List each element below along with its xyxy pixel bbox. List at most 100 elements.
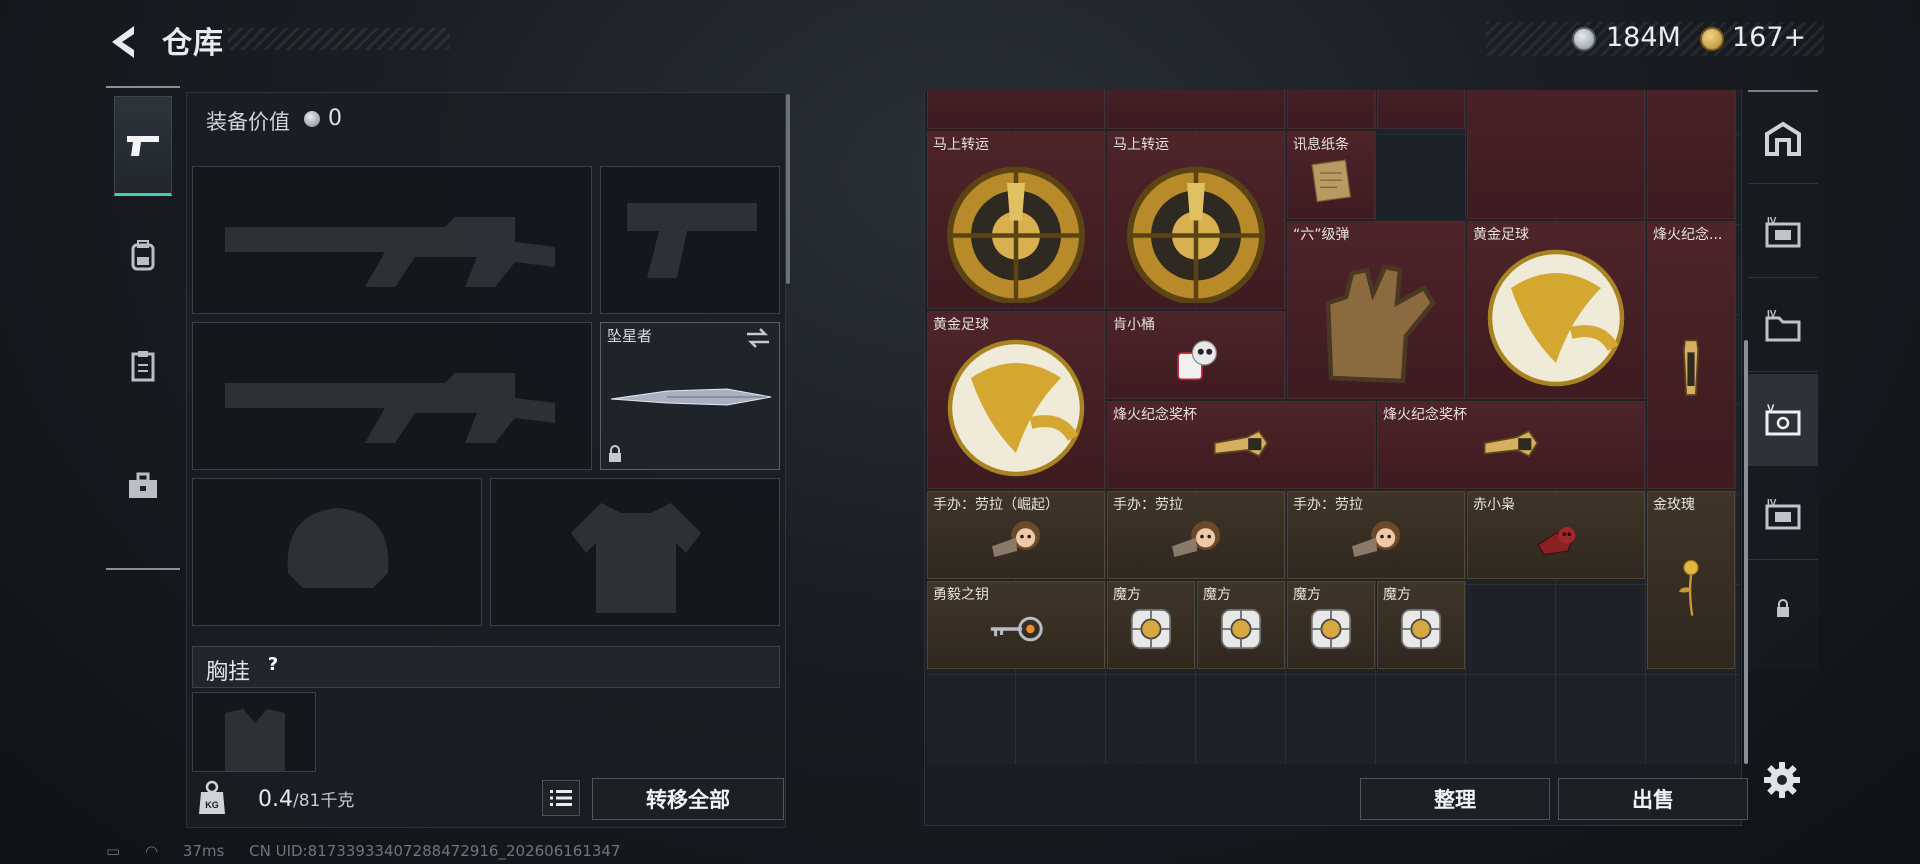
silver-currency-amount[interactable]: 184M xyxy=(1606,22,1681,53)
transfer-all-button[interactable]: 转移全部 xyxy=(592,778,784,820)
back-arrow-icon xyxy=(112,26,134,58)
clipboard-icon xyxy=(131,351,155,382)
inventory-item[interactable]: 烽火纪念奖杯 xyxy=(1107,400,1375,489)
bucket-figure-icon xyxy=(1177,340,1217,381)
inventory-item[interactable]: 烽火纪念奖杯 xyxy=(1377,400,1645,489)
backpack-icon xyxy=(131,240,155,271)
inventory-item[interactable]: 肯小桶 xyxy=(1107,310,1285,399)
tab-toolbox[interactable] xyxy=(114,436,172,536)
inventory-item[interactable]: 黄金足球 xyxy=(927,310,1105,489)
secondary-weapon-slot[interactable] xyxy=(192,322,592,470)
wheel-trinket-icon xyxy=(1127,166,1265,304)
paper-note-icon xyxy=(1311,159,1352,203)
inventory-item-label: 手办：劳拉（崛起） xyxy=(933,496,1059,513)
inventory-item-partial[interactable] xyxy=(1377,90,1465,129)
safehouse-icon xyxy=(1765,121,1801,156)
chest-rig-silhouette-icon xyxy=(225,709,285,771)
tab-case-iv[interactable]: IV xyxy=(1748,186,1818,278)
lock-icon xyxy=(1777,599,1789,617)
case-iv-alt-icon: IV xyxy=(1765,498,1801,529)
inventory-item[interactable]: 魔方 xyxy=(1107,580,1195,669)
tab-weapons[interactable] xyxy=(114,96,172,196)
inventory-item-partial[interactable] xyxy=(927,90,1105,129)
equipment-value-label: 装备价值 xyxy=(206,110,290,134)
inventory-item-label: 马上转运 xyxy=(1113,136,1169,153)
melee-slot[interactable]: 坠星者 xyxy=(600,322,780,470)
inventory-item[interactable]: 讯息纸条 xyxy=(1287,130,1375,219)
weight-current: 0.4 xyxy=(258,787,293,812)
inventory-items: 马上转运 马上转运 讯息纸条 “六”级弹 黄金足球 烽火纪念... 黄金足球 肯小桶 烽火纪念奖… xyxy=(926,90,1740,764)
inventory-item[interactable]: 魔方 xyxy=(1197,580,1285,669)
helmet-slot[interactable] xyxy=(192,478,482,626)
rifle-silhouette-icon xyxy=(225,217,555,287)
organize-button[interactable]: 整理 xyxy=(1360,778,1550,820)
battery-icon: ▭ xyxy=(106,842,121,860)
chest-rig-help-button[interactable]: ? xyxy=(260,652,286,678)
armor-slot[interactable] xyxy=(490,478,780,626)
ping-readout: 37ms xyxy=(182,842,225,860)
inventory-item[interactable]: “六”级弹 xyxy=(1287,220,1465,399)
inventory-item[interactable]: 手办：劳拉 xyxy=(1287,490,1465,579)
chest-rig-slot[interactable] xyxy=(192,692,316,772)
puzzle-cube-icon xyxy=(1220,608,1262,649)
inventory-item[interactable]: 魔方 xyxy=(1377,580,1465,669)
golden-football-icon xyxy=(947,340,1085,477)
inventory-item-label: 勇毅之钥 xyxy=(933,586,989,603)
tab-safehouse[interactable] xyxy=(1748,92,1818,184)
melee-item-name: 坠星者 xyxy=(607,327,653,345)
inventory-item-label: 魔方 xyxy=(1383,586,1411,603)
silver-coin-icon xyxy=(304,111,320,127)
tab-clipboard[interactable] xyxy=(114,316,172,416)
svg-text:IV: IV xyxy=(1767,498,1777,509)
inventory-item[interactable]: 马上转运 xyxy=(927,130,1105,309)
inventory-item[interactable]: 马上转运 xyxy=(1107,130,1285,309)
back-button[interactable] xyxy=(104,20,148,64)
swap-icon[interactable] xyxy=(745,327,771,349)
red-owl-figure-icon xyxy=(1537,526,1576,556)
memorial-trophy-icon xyxy=(1213,429,1269,458)
equipment-scrollbar[interactable] xyxy=(786,94,790,284)
sell-button[interactable]: 出售 xyxy=(1558,778,1748,820)
inventory-item[interactable]: 手办：劳拉（崛起） xyxy=(927,490,1105,579)
inventory-item-label: 魔方 xyxy=(1293,586,1321,603)
lara-figure-icon xyxy=(992,520,1040,557)
inventory-item[interactable]: 魔方 xyxy=(1287,580,1375,669)
weight-capacity: /81千克 xyxy=(293,791,355,811)
inventory-item[interactable]: 金玫瑰 xyxy=(1647,490,1735,669)
tab-locked[interactable] xyxy=(1748,562,1818,654)
inventory-item-partial[interactable] xyxy=(1287,90,1375,129)
helmet-silhouette-icon xyxy=(287,508,389,588)
inventory-item[interactable]: 烽火纪念... xyxy=(1647,220,1735,489)
inventory-item-label: 马上转运 xyxy=(933,136,989,153)
puzzle-cube-icon xyxy=(1310,608,1352,649)
inventory-item[interactable]: 勇毅之钥 xyxy=(927,580,1105,669)
weight-icon: KG xyxy=(199,780,225,814)
armor-silhouette-icon xyxy=(571,503,701,613)
inventory-item-label: 手办：劳拉 xyxy=(1293,496,1363,513)
tab-backpack[interactable] xyxy=(114,206,172,306)
chest-rig-label: 胸挂 xyxy=(206,660,251,685)
inventory-item[interactable]: 手办：劳拉 xyxy=(1107,490,1285,579)
list-view-button[interactable] xyxy=(542,780,580,816)
inventory-item-partial[interactable] xyxy=(1467,90,1645,219)
inventory-item-label: 魔方 xyxy=(1113,586,1141,603)
pistol-slot[interactable] xyxy=(600,166,780,314)
primary-weapon-slot[interactable] xyxy=(192,166,592,314)
case-iv-folder-icon: IV xyxy=(1765,309,1801,341)
inventory-item[interactable]: 赤小枭 xyxy=(1467,490,1645,579)
inventory-item-partial[interactable] xyxy=(1647,90,1735,219)
weight-readout: 0.4/81千克 xyxy=(258,786,354,812)
gold-currency-amount[interactable]: 167+ xyxy=(1732,22,1806,53)
settings-gear-icon[interactable] xyxy=(1762,760,1802,800)
inventory-item-label: 讯息纸条 xyxy=(1293,136,1349,153)
tab-case-v[interactable]: V xyxy=(1748,374,1818,466)
lock-icon xyxy=(609,445,621,462)
inventory-item-partial[interactable] xyxy=(1107,90,1285,129)
tab-case-iv-2[interactable]: IV xyxy=(1748,280,1818,372)
inventory-item[interactable]: 黄金足球 xyxy=(1467,220,1645,399)
svg-text:IV: IV xyxy=(1767,216,1777,227)
lara-figure-icon xyxy=(1172,520,1220,557)
equipment-value: 0 xyxy=(328,106,342,131)
inventory-item-label: “六”级弹 xyxy=(1293,226,1350,243)
tab-case-iv-3[interactable]: IV xyxy=(1748,468,1818,560)
